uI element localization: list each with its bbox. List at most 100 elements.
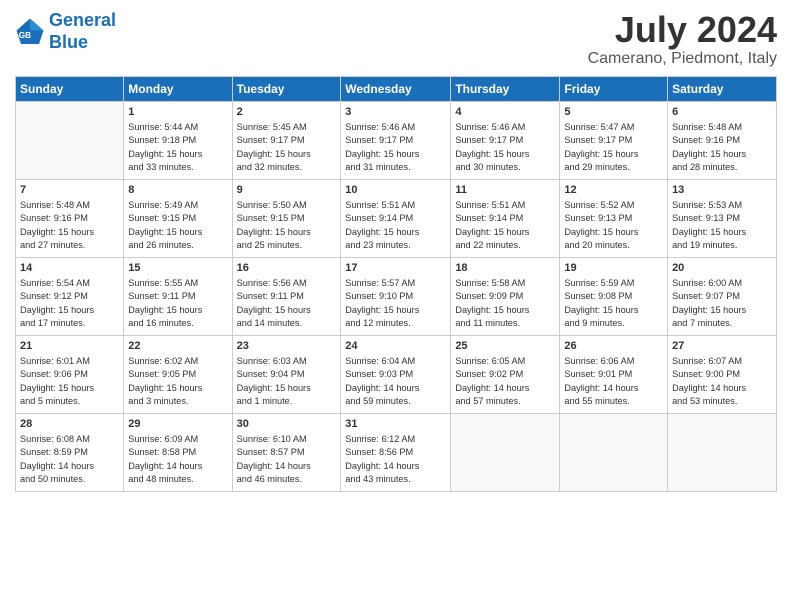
calendar-cell: 9Sunrise: 5:50 AMSunset: 9:15 PMDaylight… <box>232 179 341 257</box>
day-number: 5 <box>564 105 663 120</box>
calendar-cell: 19Sunrise: 5:59 AMSunset: 9:08 PMDayligh… <box>560 257 668 335</box>
header-monday: Monday <box>124 76 232 101</box>
day-number: 17 <box>345 261 446 276</box>
header-friday: Friday <box>560 76 668 101</box>
calendar-week-1: 1Sunrise: 5:44 AMSunset: 9:18 PMDaylight… <box>16 101 777 179</box>
calendar-cell: 22Sunrise: 6:02 AMSunset: 9:05 PMDayligh… <box>124 335 232 413</box>
day-number: 29 <box>128 417 227 432</box>
calendar-cell: 14Sunrise: 5:54 AMSunset: 9:12 PMDayligh… <box>16 257 124 335</box>
calendar-cell: 3Sunrise: 5:46 AMSunset: 9:17 PMDaylight… <box>341 101 451 179</box>
day-number: 18 <box>455 261 555 276</box>
cell-content: Sunrise: 6:03 AMSunset: 9:04 PMDaylight:… <box>237 355 337 408</box>
cell-content: Sunrise: 6:06 AMSunset: 9:01 PMDaylight:… <box>564 355 663 408</box>
calendar-cell: 27Sunrise: 6:07 AMSunset: 9:00 PMDayligh… <box>668 335 777 413</box>
day-number: 27 <box>672 339 772 354</box>
cell-content: Sunrise: 6:04 AMSunset: 9:03 PMDaylight:… <box>345 355 446 408</box>
calendar-cell: 2Sunrise: 5:45 AMSunset: 9:17 PMDaylight… <box>232 101 341 179</box>
day-number: 11 <box>455 183 555 198</box>
day-number: 8 <box>128 183 227 198</box>
day-number: 19 <box>564 261 663 276</box>
calendar-week-3: 14Sunrise: 5:54 AMSunset: 9:12 PMDayligh… <box>16 257 777 335</box>
header-wednesday: Wednesday <box>341 76 451 101</box>
day-number: 25 <box>455 339 555 354</box>
logo-icon: GB <box>15 17 45 47</box>
day-number: 30 <box>237 417 337 432</box>
calendar-cell <box>668 413 777 491</box>
cell-content: Sunrise: 5:54 AMSunset: 9:12 PMDaylight:… <box>20 277 119 330</box>
cell-content: Sunrise: 5:52 AMSunset: 9:13 PMDaylight:… <box>564 199 663 252</box>
header-row: Sunday Monday Tuesday Wednesday Thursday… <box>16 76 777 101</box>
cell-content: Sunrise: 6:08 AMSunset: 8:59 PMDaylight:… <box>20 433 119 486</box>
cell-content: Sunrise: 6:12 AMSunset: 8:56 PMDaylight:… <box>345 433 446 486</box>
calendar-cell: 20Sunrise: 6:00 AMSunset: 9:07 PMDayligh… <box>668 257 777 335</box>
cell-content: Sunrise: 5:50 AMSunset: 9:15 PMDaylight:… <box>237 199 337 252</box>
cell-content: Sunrise: 5:46 AMSunset: 9:17 PMDaylight:… <box>455 121 555 174</box>
day-number: 7 <box>20 183 119 198</box>
day-number: 3 <box>345 105 446 120</box>
day-number: 4 <box>455 105 555 120</box>
calendar-cell: 31Sunrise: 6:12 AMSunset: 8:56 PMDayligh… <box>341 413 451 491</box>
location-text: Camerano, Piedmont, Italy <box>588 50 777 68</box>
calendar-cell: 5Sunrise: 5:47 AMSunset: 9:17 PMDaylight… <box>560 101 668 179</box>
cell-content: Sunrise: 5:53 AMSunset: 9:13 PMDaylight:… <box>672 199 772 252</box>
calendar-week-2: 7Sunrise: 5:48 AMSunset: 9:16 PMDaylight… <box>16 179 777 257</box>
cell-content: Sunrise: 5:45 AMSunset: 9:17 PMDaylight:… <box>237 121 337 174</box>
day-number: 13 <box>672 183 772 198</box>
calendar-cell <box>451 413 560 491</box>
calendar-table: Sunday Monday Tuesday Wednesday Thursday… <box>15 76 777 492</box>
logo-text: General Blue <box>49 10 116 53</box>
calendar-cell: 12Sunrise: 5:52 AMSunset: 9:13 PMDayligh… <box>560 179 668 257</box>
day-number: 1 <box>128 105 227 120</box>
day-number: 15 <box>128 261 227 276</box>
calendar-cell: 15Sunrise: 5:55 AMSunset: 9:11 PMDayligh… <box>124 257 232 335</box>
calendar-cell: 4Sunrise: 5:46 AMSunset: 9:17 PMDaylight… <box>451 101 560 179</box>
calendar-cell: 25Sunrise: 6:05 AMSunset: 9:02 PMDayligh… <box>451 335 560 413</box>
calendar-cell: 17Sunrise: 5:57 AMSunset: 9:10 PMDayligh… <box>341 257 451 335</box>
cell-content: Sunrise: 5:49 AMSunset: 9:15 PMDaylight:… <box>128 199 227 252</box>
calendar-cell: 8Sunrise: 5:49 AMSunset: 9:15 PMDaylight… <box>124 179 232 257</box>
calendar-cell: 10Sunrise: 5:51 AMSunset: 9:14 PMDayligh… <box>341 179 451 257</box>
header-sunday: Sunday <box>16 76 124 101</box>
day-number: 21 <box>20 339 119 354</box>
calendar-week-5: 28Sunrise: 6:08 AMSunset: 8:59 PMDayligh… <box>16 413 777 491</box>
day-number: 14 <box>20 261 119 276</box>
calendar-week-4: 21Sunrise: 6:01 AMSunset: 9:06 PMDayligh… <box>16 335 777 413</box>
cell-content: Sunrise: 5:48 AMSunset: 9:16 PMDaylight:… <box>20 199 119 252</box>
title-section: July 2024 Camerano, Piedmont, Italy <box>588 10 777 68</box>
calendar-cell: 1Sunrise: 5:44 AMSunset: 9:18 PMDaylight… <box>124 101 232 179</box>
calendar-cell: 16Sunrise: 5:56 AMSunset: 9:11 PMDayligh… <box>232 257 341 335</box>
cell-content: Sunrise: 5:51 AMSunset: 9:14 PMDaylight:… <box>345 199 446 252</box>
day-number: 20 <box>672 261 772 276</box>
calendar-cell: 18Sunrise: 5:58 AMSunset: 9:09 PMDayligh… <box>451 257 560 335</box>
day-number: 2 <box>237 105 337 120</box>
calendar-cell: 21Sunrise: 6:01 AMSunset: 9:06 PMDayligh… <box>16 335 124 413</box>
cell-content: Sunrise: 5:59 AMSunset: 9:08 PMDaylight:… <box>564 277 663 330</box>
calendar-cell: 7Sunrise: 5:48 AMSunset: 9:16 PMDaylight… <box>16 179 124 257</box>
day-number: 6 <box>672 105 772 120</box>
day-number: 16 <box>237 261 337 276</box>
day-number: 24 <box>345 339 446 354</box>
cell-content: Sunrise: 6:01 AMSunset: 9:06 PMDaylight:… <box>20 355 119 408</box>
cell-content: Sunrise: 5:47 AMSunset: 9:17 PMDaylight:… <box>564 121 663 174</box>
logo-line2: Blue <box>49 32 88 52</box>
cell-content: Sunrise: 5:55 AMSunset: 9:11 PMDaylight:… <box>128 277 227 330</box>
day-number: 22 <box>128 339 227 354</box>
calendar-cell: 26Sunrise: 6:06 AMSunset: 9:01 PMDayligh… <box>560 335 668 413</box>
day-number: 12 <box>564 183 663 198</box>
day-number: 9 <box>237 183 337 198</box>
calendar-cell: 28Sunrise: 6:08 AMSunset: 8:59 PMDayligh… <box>16 413 124 491</box>
calendar-cell: 11Sunrise: 5:51 AMSunset: 9:14 PMDayligh… <box>451 179 560 257</box>
cell-content: Sunrise: 6:09 AMSunset: 8:58 PMDaylight:… <box>128 433 227 486</box>
calendar-cell: 23Sunrise: 6:03 AMSunset: 9:04 PMDayligh… <box>232 335 341 413</box>
header-thursday: Thursday <box>451 76 560 101</box>
calendar-cell: 6Sunrise: 5:48 AMSunset: 9:16 PMDaylight… <box>668 101 777 179</box>
cell-content: Sunrise: 5:48 AMSunset: 9:16 PMDaylight:… <box>672 121 772 174</box>
logo-line1: General <box>49 10 116 30</box>
logo: GB General Blue <box>15 10 116 53</box>
cell-content: Sunrise: 5:58 AMSunset: 9:09 PMDaylight:… <box>455 277 555 330</box>
cell-content: Sunrise: 6:02 AMSunset: 9:05 PMDaylight:… <box>128 355 227 408</box>
header-saturday: Saturday <box>668 76 777 101</box>
day-number: 31 <box>345 417 446 432</box>
cell-content: Sunrise: 5:46 AMSunset: 9:17 PMDaylight:… <box>345 121 446 174</box>
header-tuesday: Tuesday <box>232 76 341 101</box>
